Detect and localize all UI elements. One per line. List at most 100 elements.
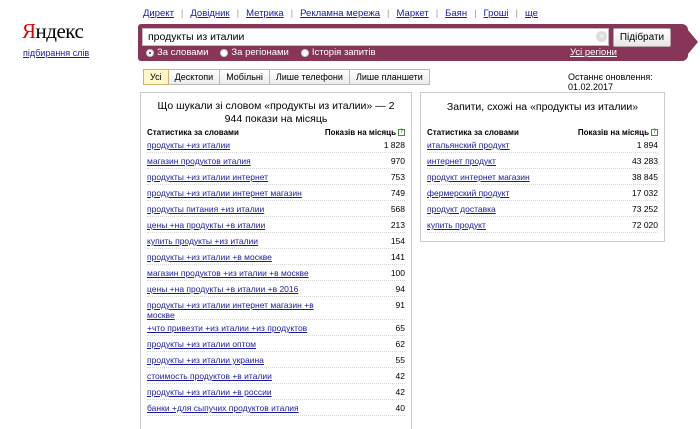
radio-label: Історія запитів [311, 47, 376, 58]
show-count: 91 [395, 300, 405, 310]
phrase-link[interactable]: итальянский продукт [427, 140, 510, 150]
phrase-link[interactable]: продукты +из италии +в москве [147, 252, 272, 262]
nav-help[interactable]: Довідник [190, 8, 229, 19]
table-row: фермерский продукт 17 032 [427, 185, 658, 201]
show-count: 40 [395, 403, 405, 413]
show-count: 17 032 [632, 188, 658, 198]
table-row: продукты питания +из италии 568 [147, 201, 405, 217]
radio-by-regions[interactable]: За регіонами [220, 47, 289, 58]
clear-icon[interactable]: × [596, 31, 607, 42]
column-header: Статистика за словами Показів на місяць? [147, 128, 405, 137]
phrase-link[interactable]: купить продукт [427, 220, 486, 230]
table-row: продукты +из италии +в москве 141 [147, 249, 405, 265]
help-icon[interactable]: ? [398, 129, 405, 137]
nav-separator: | [180, 8, 184, 19]
nav-ad-network[interactable]: Рекламна мережа [300, 8, 380, 19]
phrase-link[interactable]: продукты +из италии украина [147, 355, 264, 365]
phrase-link[interactable]: цены +на продукты +в италии [147, 220, 265, 230]
nav-direct[interactable]: Директ [143, 8, 174, 19]
nav-separator: | [435, 8, 439, 19]
phrase-link[interactable]: продукты +из италии интернет магазин [147, 188, 302, 198]
wordstat-link[interactable]: підбирання слів [23, 48, 89, 58]
tab-mobile[interactable]: Мобільні [220, 69, 270, 85]
phrase-link[interactable]: продукты +из италии интернет магазин +в … [147, 300, 332, 320]
show-count: 38 845 [632, 172, 658, 182]
radio-by-words[interactable]: За словами [146, 47, 208, 58]
phrase-link[interactable]: продукт доставка [427, 204, 496, 214]
show-count: 43 283 [632, 156, 658, 166]
logo-first-letter: Я [22, 19, 36, 43]
nav-market[interactable]: Маркет [397, 8, 429, 19]
radio-label: За регіонами [231, 47, 289, 58]
tab-phones-only[interactable]: Лише телефони [269, 69, 350, 85]
table-row: продукты +из италии оптом 62 [147, 336, 405, 352]
nav-metrika[interactable]: Метрика [246, 8, 284, 19]
phrase-link[interactable]: продукты +из италии оптом [147, 339, 256, 349]
phrase-link[interactable]: продукты +из италии интернет [147, 172, 268, 182]
show-count: 749 [390, 188, 405, 198]
phrase-link[interactable]: фермерский продукт [427, 188, 509, 198]
phrase-link[interactable]: магазин продуктов +из италии +в москве [147, 268, 309, 278]
nav-separator: | [236, 8, 240, 19]
show-count: 753 [390, 172, 405, 182]
show-count: 62 [395, 339, 405, 349]
nav-more[interactable]: ще [525, 8, 538, 19]
nav-separator: | [515, 8, 518, 19]
nav-separator: | [474, 8, 477, 19]
phrase-link[interactable]: банки +для сыпучих продуктов италия [147, 403, 299, 413]
phrase-link[interactable]: купить продукты +из италии [147, 236, 258, 246]
column-header: Статистика за словами Показів на місяць? [427, 128, 658, 137]
show-count: 213 [390, 220, 405, 230]
table-row: купить продукт 72 020 [427, 217, 658, 233]
table-row: магазин продуктов +из италии +в москве 10… [147, 265, 405, 281]
show-count: 154 [390, 236, 405, 246]
radio-dot-icon [146, 48, 154, 57]
table-row: итальянский продукт 1 894 [427, 137, 658, 153]
tab-all[interactable]: Усі [143, 69, 169, 85]
nav-money[interactable]: Гроші [484, 8, 509, 19]
search-button[interactable]: Підібрати [613, 28, 671, 47]
panel-title: Що шукали зі словом «продукты из италии»… [157, 100, 395, 125]
tab-desktops[interactable]: Десктопи [168, 69, 221, 85]
phrase-link[interactable]: продукты питания +из италии [147, 204, 264, 214]
show-count: 72 020 [632, 220, 658, 230]
panel-title: Запити, схожі на «продукты из италии» [446, 101, 639, 113]
phrase-link[interactable]: продукт интернет магазин [427, 172, 530, 182]
help-icon[interactable]: ? [651, 129, 658, 137]
show-count: 1 828 [383, 140, 405, 150]
phrase-link[interactable]: цены +на продукты +в италии +в 2016 [147, 284, 298, 294]
radio-history[interactable]: Історія запитів [300, 47, 376, 58]
phrase-link[interactable]: магазин продуктов италия [147, 156, 251, 166]
logo-rest: ндекс [35, 19, 84, 43]
search-input[interactable]: продукты из италии [142, 28, 609, 46]
radio-dot-icon [300, 48, 309, 57]
table-row: стоимость продуктов +в италии 42 [147, 368, 405, 384]
show-count: 42 [395, 371, 405, 381]
left-rows: продукты +из италии 1 828 магазин продукто… [147, 137, 405, 416]
phrase-link[interactable]: продукты +из италии [147, 140, 230, 150]
phrase-link[interactable]: интернет продукт [427, 156, 496, 166]
phrase-link[interactable]: продукты +из италии +в россии [147, 387, 272, 397]
col-shows-label: Показів на місяць [577, 128, 649, 137]
tab-tablets-only[interactable]: Лише планшети [349, 69, 430, 85]
col-shows-label: Показів на місяць [324, 128, 396, 137]
show-count: 1 894 [636, 140, 658, 150]
nav-separator: | [290, 8, 294, 19]
all-regions-link[interactable]: Усі регіони [570, 47, 617, 58]
show-count: 73 252 [632, 204, 658, 214]
radio-label: За словами [157, 47, 209, 58]
phrase-link[interactable]: +что привезти +из италии +из продуктов [147, 323, 307, 333]
top-navigation: Директ | Довідник | Метрика | Рекламна мере… [143, 8, 545, 19]
show-count: 100 [390, 268, 405, 278]
show-count: 65 [395, 323, 405, 333]
col-words-label: Статистика за словами [147, 128, 239, 137]
table-row: интернет продукт 43 283 [427, 153, 658, 169]
show-count: 55 [395, 355, 405, 365]
table-row: +что привезти +из италии +из продуктов 65 [147, 320, 405, 336]
table-row: цены +на продукты +в италии 213 [147, 217, 405, 233]
phrase-link[interactable]: стоимость продуктов +в италии [147, 371, 272, 381]
yandex-logo[interactable]: Яндекс [22, 19, 84, 44]
show-count: 141 [390, 252, 405, 262]
nav-bayan[interactable]: Баян [445, 8, 467, 19]
col-words-label: Статистика за словами [427, 128, 519, 137]
